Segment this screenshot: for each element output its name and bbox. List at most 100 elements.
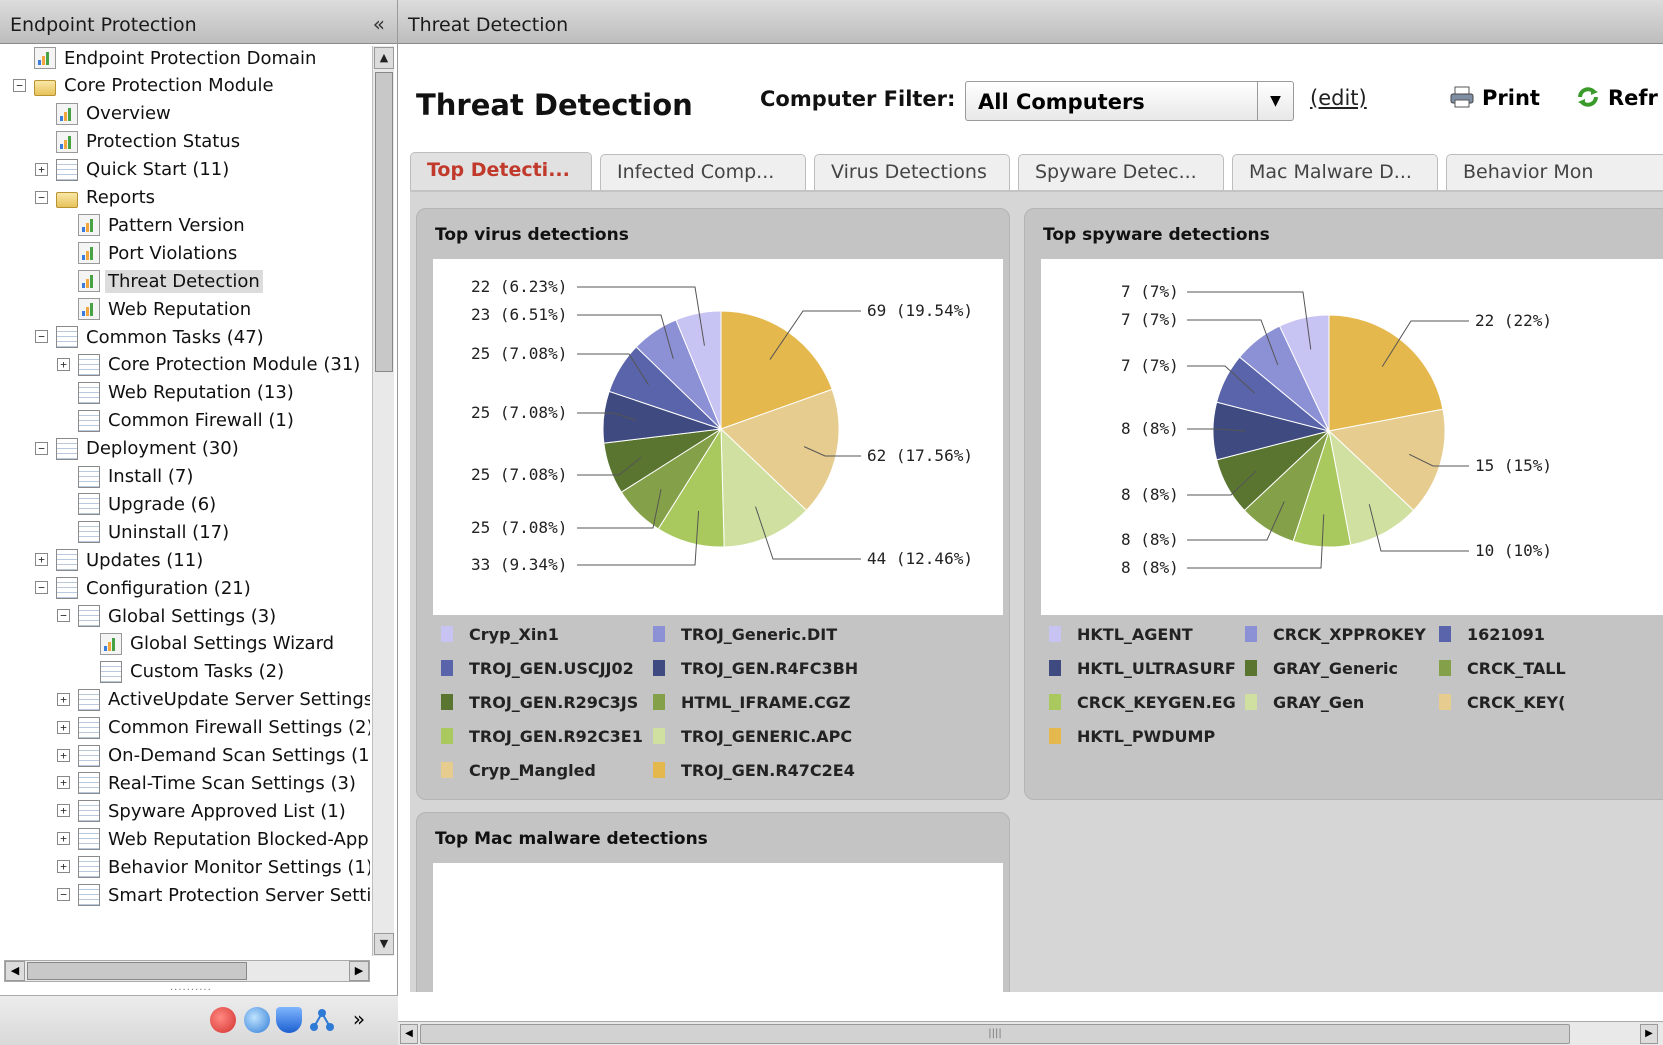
scroll-left-arrow-icon[interactable]: ◀: [5, 961, 25, 981]
tree-item[interactable]: Overview: [56, 100, 174, 128]
navigation-title: Endpoint Protection: [10, 14, 197, 36]
tree-item[interactable]: Common Firewall (1): [78, 407, 297, 435]
tree-item[interactable]: + Quick Start (11): [35, 156, 232, 184]
tree-item[interactable]: + ActiveUpdate Server Settings (1: [57, 686, 370, 714]
tab-infected-computers[interactable]: Infected Comp...: [600, 154, 806, 190]
slice-data-label: 8 (8%): [1121, 419, 1179, 438]
tree-vertical-scrollbar[interactable]: ▲ ▼: [372, 46, 394, 956]
refresh-button[interactable]: Refr: [1576, 86, 1658, 110]
tree-item[interactable]: Web Reputation (13): [78, 379, 297, 407]
tree-item[interactable]: + Common Firewall Settings (2): [57, 714, 370, 742]
tree-item[interactable]: − Reports: [35, 184, 158, 212]
scrollbar-thumb[interactable]: [27, 962, 247, 980]
tree-item-label: Protection Status: [86, 131, 241, 153]
collapse-icon[interactable]: −: [57, 609, 70, 622]
slice-data-label: 25 (7.08%): [471, 344, 567, 363]
trend-micro-icon[interactable]: [210, 1007, 236, 1033]
spyware-detections-widget: Top spyware detections 22 (22%) 15 (15%) 1…: [1024, 208, 1663, 800]
scroll-right-arrow-icon[interactable]: ▶: [349, 961, 369, 981]
legend-item: HKTL_ULTRASURF: [1049, 657, 1236, 679]
globe-icon[interactable]: [244, 1007, 270, 1033]
tab-virus-detections[interactable]: Virus Detections: [814, 154, 1010, 190]
tree-item[interactable]: − Common Tasks (47): [35, 323, 267, 351]
expand-icon[interactable]: +: [35, 162, 48, 176]
tree-item-label: Pattern Version: [108, 214, 245, 236]
tree-item[interactable]: − Deployment (30): [35, 435, 242, 463]
expand-icon[interactable]: +: [57, 692, 70, 706]
tree-item[interactable]: + Web Reputation Blocked-Approv: [57, 825, 370, 853]
legend-item: CRCK_KEYGEN.EG: [1049, 691, 1236, 713]
scroll-down-arrow-icon[interactable]: ▼: [374, 933, 394, 955]
edit-filter-link[interactable]: (edit): [1310, 86, 1367, 110]
tree-item[interactable]: Web Reputation: [78, 295, 254, 323]
tree-item[interactable]: − Core Protection Module: [13, 72, 277, 100]
tab-top-detections[interactable]: Top Detecti...: [410, 152, 592, 190]
tab-mac-malware-detections[interactable]: Mac Malware D...: [1232, 154, 1438, 190]
collapse-icon[interactable]: −: [35, 581, 48, 595]
tree-item[interactable]: + Updates (11): [35, 546, 206, 574]
main-horizontal-scrollbar[interactable]: ◀ |||| ▶: [398, 1021, 1663, 1045]
tree-item[interactable]: Upgrade (6): [78, 490, 219, 518]
legend-item: Cryp_Xin1: [441, 623, 559, 645]
tree-item[interactable]: Endpoint Protection Domain: [34, 46, 319, 72]
tab-behavior-monitor[interactable]: Behavior Mon: [1446, 154, 1663, 190]
tree-item[interactable]: + Real-Time Scan Settings (3): [57, 769, 359, 797]
expand-icon[interactable]: +: [57, 776, 70, 790]
legend-item: CRCK_XPPROKEY: [1245, 623, 1426, 645]
task-list-icon: [78, 521, 100, 544]
task-list-icon: [56, 437, 78, 460]
tree-item[interactable]: − Smart Protection Server Settings: [57, 881, 370, 909]
tree-item[interactable]: + On-Demand Scan Settings (1): [57, 742, 370, 770]
tree-item[interactable]: Protection Status: [56, 128, 243, 156]
expand-icon[interactable]: +: [57, 720, 70, 734]
expand-icon[interactable]: +: [35, 553, 48, 567]
legend-label: CRCK_KEY(: [1467, 692, 1566, 712]
network-icon[interactable]: [309, 1007, 335, 1033]
more-icon[interactable]: »: [346, 1007, 372, 1033]
spyware-pie-svg: 22 (22%) 15 (15%) 10 (10%) 8 (8%) 8 (8%) 8 (8…: [1121, 282, 1552, 577]
collapse-icon[interactable]: −: [57, 888, 70, 901]
legend-swatch: [1245, 626, 1257, 642]
tree-item[interactable]: − Configuration (21): [35, 574, 254, 602]
tree-horizontal-scrollbar[interactable]: ◀ ▶: [4, 960, 370, 982]
tree-item[interactable]: + Behavior Monitor Settings (1): [57, 853, 370, 881]
expand-icon[interactable]: +: [57, 860, 70, 874]
legend-label: CRCK_KEYGEN.EG: [1077, 692, 1236, 712]
expand-icon[interactable]: +: [57, 357, 70, 371]
scroll-up-arrow-icon[interactable]: ▲: [374, 47, 394, 69]
tab-spyware-detections[interactable]: Spyware Detec...: [1018, 154, 1224, 190]
tree-item[interactable]: Uninstall (17): [78, 518, 232, 546]
scroll-left-arrow-icon[interactable]: ◀: [400, 1024, 418, 1044]
legend-swatch: [1049, 626, 1061, 642]
report-toolbar: Threat Detection Computer Filter: All Co…: [398, 44, 1663, 154]
tree-item[interactable]: Port Violations: [78, 239, 240, 267]
collapse-pane-icon[interactable]: «: [373, 12, 385, 36]
tree-item[interactable]: − Global Settings (3): [57, 602, 279, 630]
tree-item[interactable]: Custom Tasks (2): [100, 658, 287, 686]
computer-filter-select[interactable]: All Computers ▼: [965, 81, 1294, 121]
expand-icon[interactable]: +: [57, 748, 70, 762]
collapse-icon[interactable]: −: [35, 330, 48, 343]
legend-swatch: [1439, 694, 1451, 710]
legend-item: HKTL_PWDUMP: [1049, 725, 1215, 747]
scrollbar-thumb[interactable]: [375, 72, 393, 372]
tree-item[interactable]: Global Settings Wizard: [100, 630, 337, 658]
tree-item[interactable]: Pattern Version: [78, 211, 248, 239]
chevron-down-icon[interactable]: ▼: [1257, 82, 1293, 120]
scroll-right-arrow-icon[interactable]: ▶: [1640, 1024, 1658, 1044]
scrollbar-thumb[interactable]: ||||: [420, 1024, 1570, 1044]
task-list-icon: [78, 605, 100, 627]
tree-item[interactable]: + Core Protection Module (31): [57, 351, 363, 379]
collapse-icon[interactable]: −: [13, 78, 26, 92]
tree-item[interactable]: Install (7): [78, 463, 196, 491]
tree-item[interactable]: Threat Detection: [78, 267, 263, 295]
slice-data-label: 7 (7%): [1121, 282, 1179, 301]
print-button[interactable]: Print: [1450, 86, 1540, 110]
tree-item[interactable]: + Spyware Approved List (1): [57, 797, 349, 825]
collapse-icon[interactable]: −: [35, 190, 48, 204]
shield-icon[interactable]: [276, 1007, 302, 1033]
legend-label: Cryp_Mangled: [469, 760, 596, 780]
expand-icon[interactable]: +: [57, 832, 70, 846]
collapse-icon[interactable]: −: [35, 441, 48, 455]
expand-icon[interactable]: +: [57, 804, 70, 818]
